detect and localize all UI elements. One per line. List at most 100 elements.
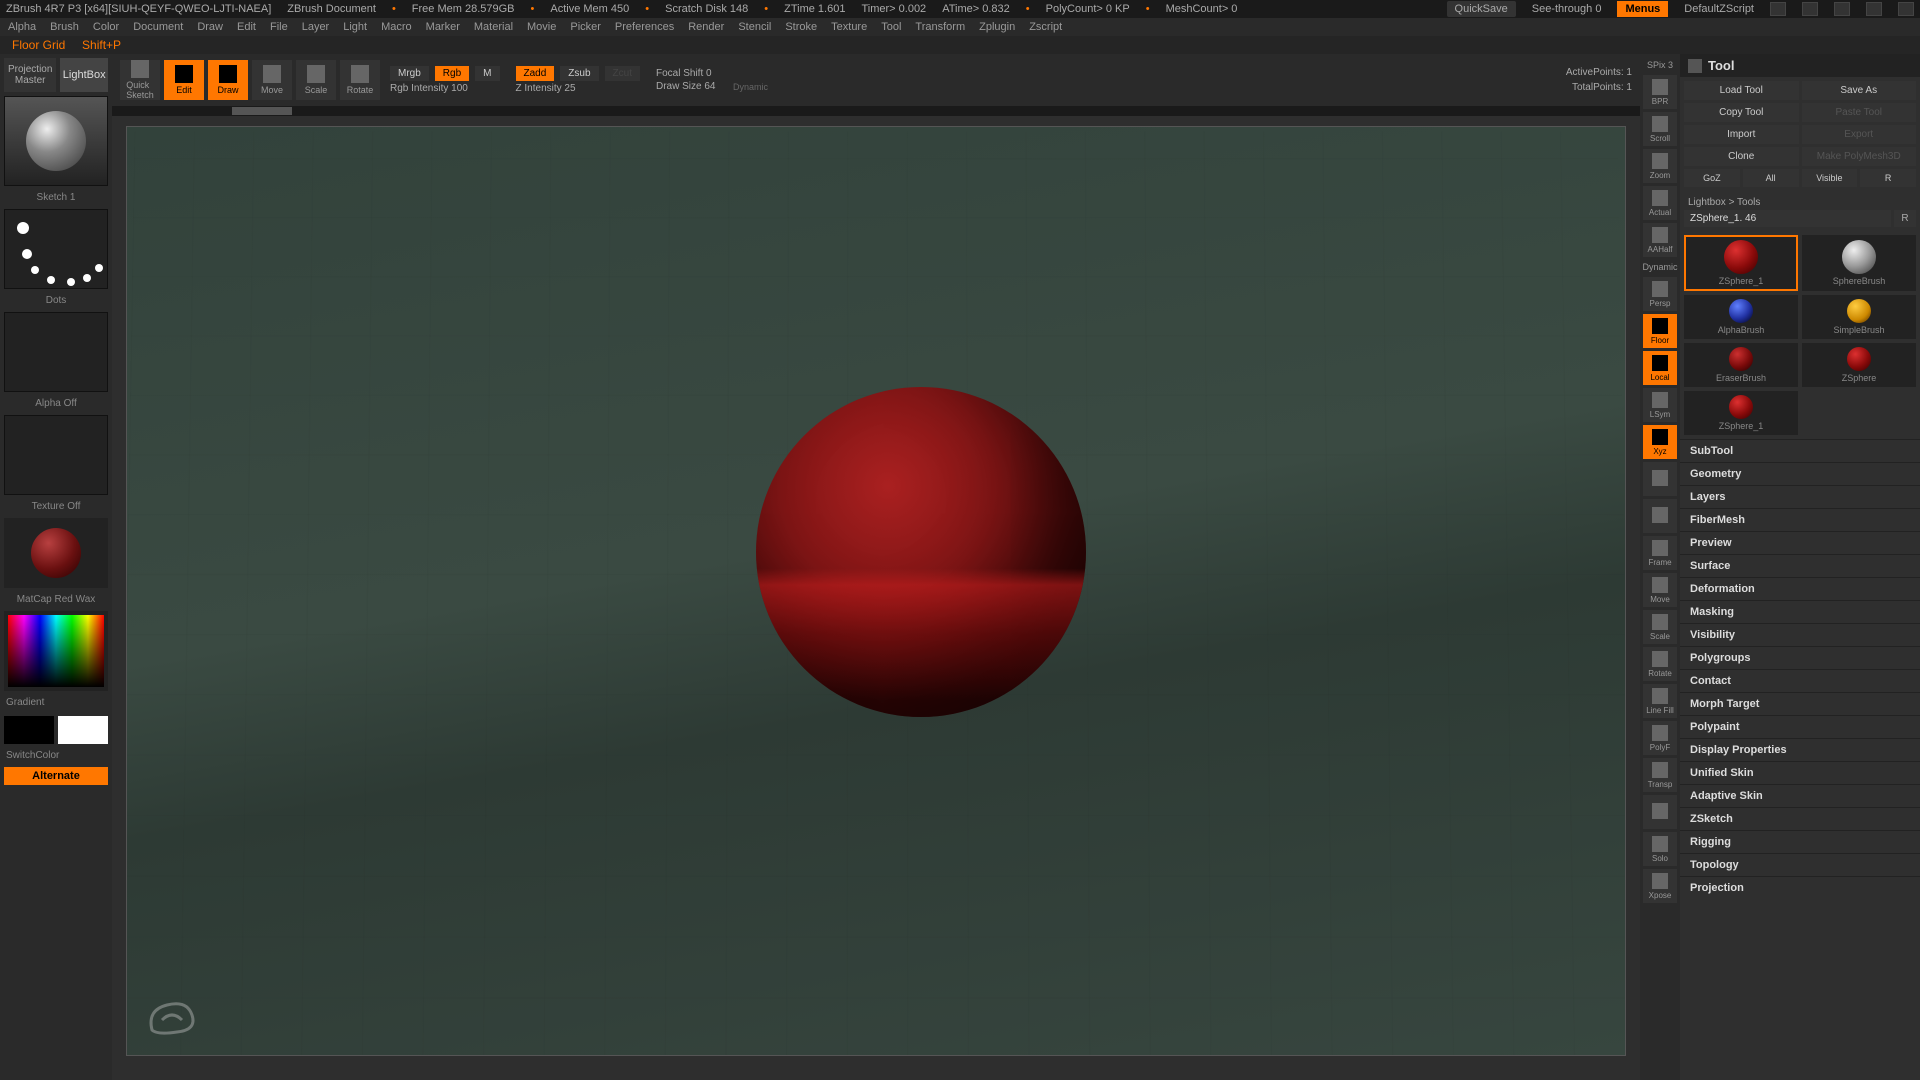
lightbox-button[interactable]: LightBox — [60, 58, 108, 92]
draw-button[interactable]: Draw — [208, 60, 248, 100]
menu-document[interactable]: Document — [133, 21, 183, 33]
section-masking[interactable]: Masking — [1680, 600, 1920, 623]
menu-stroke[interactable]: Stroke — [785, 21, 817, 33]
viewport-btn11-button[interactable] — [1643, 499, 1677, 533]
menu-zscript[interactable]: Zscript — [1029, 21, 1062, 33]
section-layers[interactable]: Layers — [1680, 485, 1920, 508]
sketch-preview[interactable] — [4, 96, 108, 186]
material-preview[interactable] — [4, 518, 108, 588]
menu-picker[interactable]: Picker — [570, 21, 601, 33]
viewport-transp-button[interactable]: Transp — [1643, 758, 1677, 792]
viewport-xpose-button[interactable]: Xpose — [1643, 869, 1677, 903]
viewport-scale-button[interactable]: Scale — [1643, 610, 1677, 644]
section-polypaint[interactable]: Polypaint — [1680, 715, 1920, 738]
viewport-lsym-button[interactable]: LSym — [1643, 388, 1677, 422]
section-unified-skin[interactable]: Unified Skin — [1680, 761, 1920, 784]
minimize-icon[interactable] — [1802, 2, 1818, 16]
menu-marker[interactable]: Marker — [426, 21, 460, 33]
rgb-toggle[interactable]: Rgb — [435, 66, 469, 81]
menu-color[interactable]: Color — [93, 21, 119, 33]
tool-thumb-zsphere[interactable]: ZSphere — [1802, 343, 1916, 387]
menu-brush[interactable]: Brush — [50, 21, 79, 33]
section-topology[interactable]: Topology — [1680, 853, 1920, 876]
paste-tool-button[interactable]: Paste Tool — [1802, 103, 1917, 122]
section-adaptive-skin[interactable]: Adaptive Skin — [1680, 784, 1920, 807]
section-projection[interactable]: Projection — [1680, 876, 1920, 899]
focal-shift-slider[interactable]: Focal Shift 0 — [656, 68, 712, 79]
seethrough-slider[interactable]: See-through 0 — [1532, 3, 1602, 15]
make-polymesh-button[interactable]: Make PolyMesh3D — [1802, 147, 1917, 166]
section-preview[interactable]: Preview — [1680, 531, 1920, 554]
goz-all-button[interactable]: All — [1743, 169, 1799, 187]
clone-button[interactable]: Clone — [1684, 147, 1799, 166]
viewport-polyf-button[interactable]: PolyF — [1643, 721, 1677, 755]
viewport-xyz-button[interactable]: Xyz — [1643, 425, 1677, 459]
close-icon[interactable] — [1898, 2, 1914, 16]
menu-preferences[interactable]: Preferences — [615, 21, 674, 33]
menu-stencil[interactable]: Stencil — [738, 21, 771, 33]
pin-icon[interactable] — [1770, 2, 1786, 16]
viewport-scroll-button[interactable]: Scroll — [1643, 112, 1677, 146]
zcut-toggle[interactable]: Zcut — [605, 66, 640, 81]
goz-r-button[interactable]: R — [1860, 169, 1916, 187]
alpha-slot[interactable] — [4, 312, 108, 392]
stroke-preview[interactable] — [4, 209, 108, 289]
lightbox-tools-link[interactable]: Lightbox > Tools — [1684, 195, 1916, 210]
texture-slot[interactable] — [4, 415, 108, 495]
viewport-btn10-button[interactable] — [1643, 462, 1677, 496]
tool-r-button[interactable]: R — [1894, 210, 1916, 227]
menu-tool[interactable]: Tool — [881, 21, 901, 33]
section-display-properties[interactable]: Display Properties — [1680, 738, 1920, 761]
edit-button[interactable]: Edit — [164, 60, 204, 100]
viewport-actual-button[interactable]: Actual — [1643, 186, 1677, 220]
quicksave-button[interactable]: QuickSave — [1447, 1, 1516, 17]
menu-macro[interactable]: Macro — [381, 21, 412, 33]
load-tool-button[interactable]: Load Tool — [1684, 81, 1799, 100]
menu-light[interactable]: Light — [343, 21, 367, 33]
restore-icon[interactable] — [1834, 2, 1850, 16]
rgb-intensity-slider[interactable]: Rgb Intensity 100 — [390, 83, 468, 94]
zadd-toggle[interactable]: Zadd — [516, 66, 555, 81]
switchcolor-button[interactable]: SwitchColor — [4, 748, 108, 763]
zsphere-object[interactable] — [756, 387, 1086, 717]
tool-thumb-spherebrush[interactable]: SphereBrush — [1802, 235, 1916, 291]
menu-alpha[interactable]: Alpha — [8, 21, 36, 33]
menu-edit[interactable]: Edit — [237, 21, 256, 33]
secondary-color-swatch[interactable] — [4, 716, 54, 744]
viewport-bpr-button[interactable]: BPR — [1643, 75, 1677, 109]
goz-visible-button[interactable]: Visible — [1802, 169, 1858, 187]
section-deformation[interactable]: Deformation — [1680, 577, 1920, 600]
color-picker[interactable] — [4, 611, 108, 691]
zsub-toggle[interactable]: Zsub — [560, 66, 598, 81]
viewport-btn19-button[interactable] — [1643, 795, 1677, 829]
spix-label[interactable]: SPix 3 — [1647, 58, 1673, 72]
viewport-frame-button[interactable]: Frame — [1643, 536, 1677, 570]
section-surface[interactable]: Surface — [1680, 554, 1920, 577]
shelf-scrollbar[interactable] — [112, 106, 1640, 116]
gradient-label[interactable]: Gradient — [4, 695, 108, 710]
viewport-persp-button[interactable]: Persp — [1643, 277, 1677, 311]
section-fibermesh[interactable]: FiberMesh — [1680, 508, 1920, 531]
viewport-move-button[interactable]: Move — [1643, 573, 1677, 607]
primary-color-swatch[interactable] — [58, 716, 108, 744]
m-toggle[interactable]: M — [475, 66, 499, 81]
tool-thumb-zsphere_1[interactable]: ZSphere_1 — [1684, 391, 1798, 435]
viewport-aahalf-button[interactable]: AAHalf — [1643, 223, 1677, 257]
menus-button[interactable]: Menus — [1617, 1, 1668, 17]
rotate-button[interactable]: Rotate — [340, 60, 380, 100]
mrgb-toggle[interactable]: Mrgb — [390, 66, 429, 81]
menu-transform[interactable]: Transform — [915, 21, 965, 33]
z-intensity-slider[interactable]: Z Intensity 25 — [516, 83, 576, 94]
menu-draw[interactable]: Draw — [197, 21, 223, 33]
section-subtool[interactable]: SubTool — [1680, 439, 1920, 462]
menu-texture[interactable]: Texture — [831, 21, 867, 33]
copy-tool-button[interactable]: Copy Tool — [1684, 103, 1799, 122]
viewport[interactable] — [126, 126, 1626, 1056]
menu-material[interactable]: Material — [474, 21, 513, 33]
viewport-line-fill-button[interactable]: Line Fill — [1643, 684, 1677, 718]
quicksketch-button[interactable]: Quick Sketch — [120, 60, 160, 100]
menu-file[interactable]: File — [270, 21, 288, 33]
scale-button[interactable]: Scale — [296, 60, 336, 100]
tool-thumb-alphabrush[interactable]: AlphaBrush — [1684, 295, 1798, 339]
menu-layer[interactable]: Layer — [302, 21, 330, 33]
